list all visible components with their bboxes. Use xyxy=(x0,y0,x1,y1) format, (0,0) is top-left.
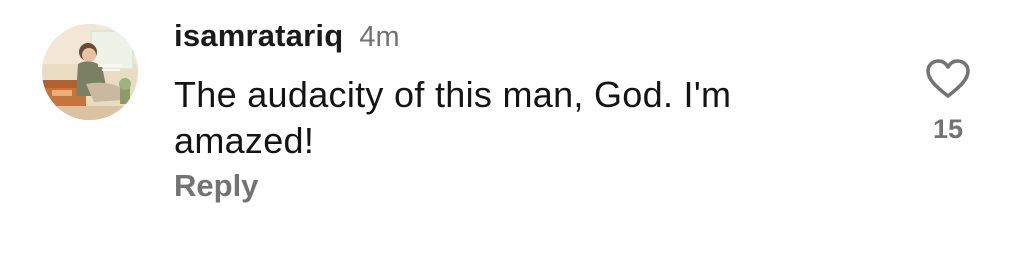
like-count: 15 xyxy=(932,114,964,144)
heart-outline-icon[interactable] xyxy=(925,58,971,100)
avatar-illustration xyxy=(42,24,138,120)
comment-header: isamratariq 4m xyxy=(174,18,400,58)
timestamp: 4m xyxy=(359,21,400,53)
comment-text-line-1: The audacity of this man, God. I'm xyxy=(174,74,732,115)
reply-button[interactable]: Reply xyxy=(174,168,258,204)
comment-text-line-2: amazed! xyxy=(174,120,315,161)
avatar[interactable] xyxy=(42,24,138,120)
like-control: 15 xyxy=(918,58,978,148)
comment-text: The audacity of this man, God. I'm amaze… xyxy=(174,72,874,164)
username[interactable]: isamratariq xyxy=(174,18,343,54)
comment-item: isamratariq 4m The audacity of this man,… xyxy=(0,0,1024,260)
